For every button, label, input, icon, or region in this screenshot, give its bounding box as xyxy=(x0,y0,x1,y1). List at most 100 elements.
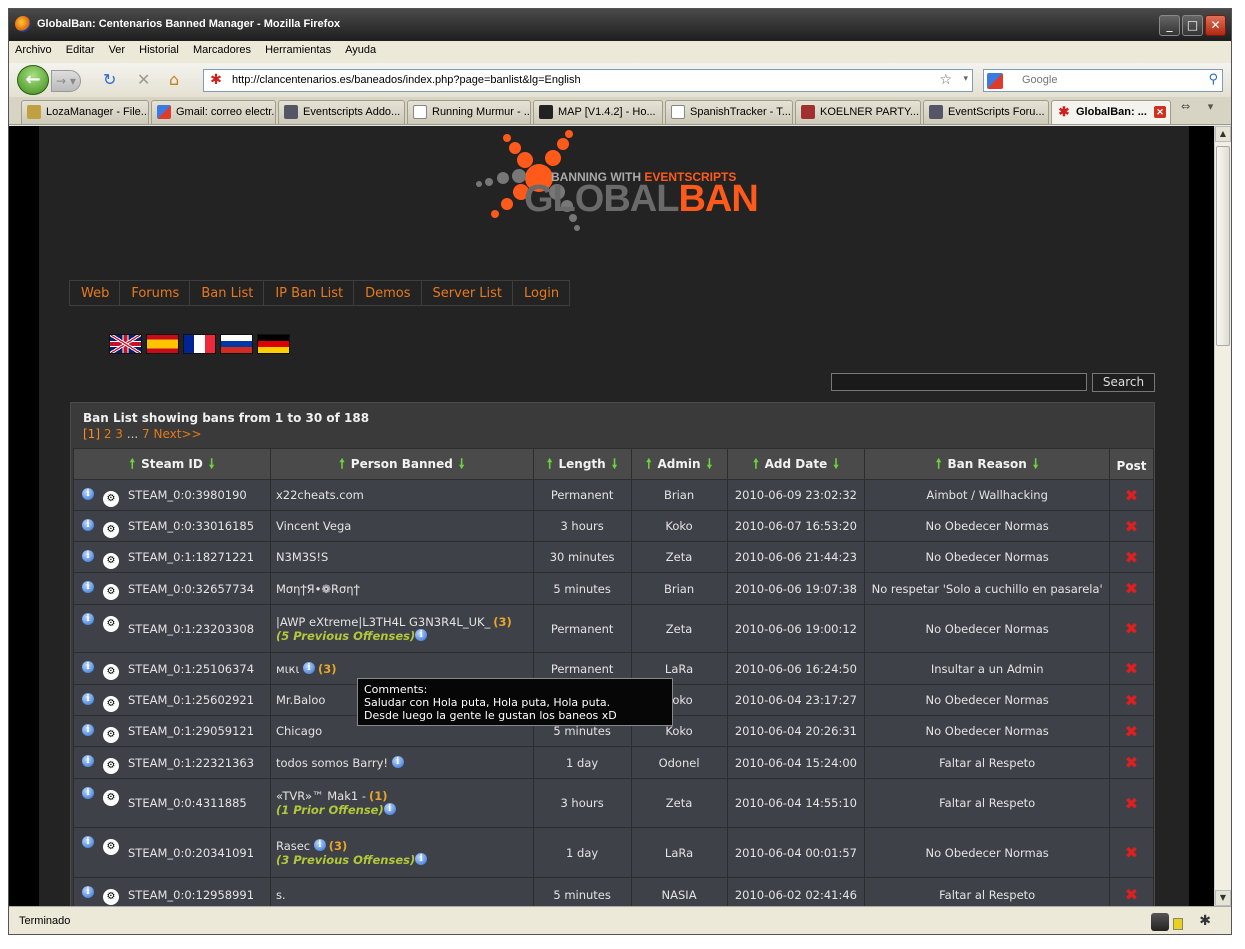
tab-gmail[interactable]: Gmail: correo electr... xyxy=(151,100,276,124)
delete-ban-icon[interactable]: ✖ xyxy=(1125,579,1138,598)
menu-herramientas[interactable]: Herramientas xyxy=(259,41,336,56)
steam-profile-icon[interactable]: ⚙ xyxy=(103,616,119,632)
offense-count[interactable]: (3) xyxy=(318,662,337,676)
tab-koelner-party[interactable]: KOELNER PARTY... xyxy=(795,100,921,124)
offense-count[interactable]: (1) xyxy=(369,789,388,803)
offenses-info-icon[interactable]: i xyxy=(383,803,396,815)
sort-asc-icon[interactable]: 🠕 xyxy=(646,457,652,472)
comment-info-icon[interactable]: i xyxy=(313,838,326,851)
tab-lozamanager[interactable]: LozaManager - File... xyxy=(21,100,149,124)
tab-globalban[interactable]: ✱ GlobalBan: ... ✕ xyxy=(1051,100,1171,124)
previous-offenses[interactable]: (1 Prior Offense) xyxy=(276,803,384,817)
addon-page-icon[interactable] xyxy=(1173,918,1183,930)
details-info-icon[interactable]: i xyxy=(82,886,94,898)
previous-offenses[interactable]: (3 Previous Offenses) xyxy=(276,853,415,867)
page-link-7[interactable]: 7 xyxy=(142,427,150,441)
steam-profile-icon[interactable]: ⚙ xyxy=(103,584,119,600)
url-dropdown-icon[interactable]: ▾ xyxy=(963,74,968,84)
tab-eventscripts-forum[interactable]: EventScripts Foru... xyxy=(923,100,1049,124)
web-search-box[interactable]: Google ⚲ xyxy=(983,69,1223,92)
offense-count[interactable]: (3) xyxy=(329,839,348,853)
menu-editar[interactable]: Editar xyxy=(60,41,100,56)
bookmark-star-icon[interactable]: ☆ xyxy=(939,72,952,88)
previous-offenses[interactable]: (5 Previous Offenses) xyxy=(276,629,415,643)
offenses-info-icon[interactable]: i xyxy=(415,852,428,865)
details-info-icon[interactable]: i xyxy=(82,519,94,531)
sort-desc-icon[interactable]: 🠗 xyxy=(707,457,713,472)
firebug-icon[interactable]: ✱ xyxy=(1199,913,1211,929)
search-button[interactable]: Search xyxy=(1092,373,1155,392)
nav-server-list[interactable]: Server List xyxy=(420,280,513,306)
details-info-icon[interactable]: i xyxy=(82,787,94,799)
offenses-info-icon[interactable]: i xyxy=(415,628,428,641)
steam-profile-icon[interactable]: ⚙ xyxy=(103,839,119,855)
close-tab-icon[interactable]: ✕ xyxy=(1154,106,1166,118)
steam-profile-icon[interactable]: ⚙ xyxy=(103,696,119,712)
delete-ban-icon[interactable]: ✖ xyxy=(1125,659,1138,678)
forward-button[interactable]: → ▾ xyxy=(51,70,81,92)
scroll-down-icon[interactable]: ▼ xyxy=(1215,890,1231,906)
url-bar[interactable]: ✱ http://clancentenarios.es/baneados/ind… xyxy=(203,69,973,92)
menu-historial[interactable]: Historial xyxy=(133,41,184,56)
nav-login[interactable]: Login xyxy=(512,280,571,306)
tab-eventscripts-addons[interactable]: Eventscripts Addo... xyxy=(278,100,405,124)
flag-french-icon[interactable] xyxy=(183,334,216,354)
url-text[interactable]: http://clancentenarios.es/baneados/index… xyxy=(232,74,581,86)
nav-demos[interactable]: Demos xyxy=(353,280,421,306)
delete-ban-icon[interactable]: ✖ xyxy=(1125,885,1138,904)
delete-ban-icon[interactable]: ✖ xyxy=(1125,517,1138,536)
stop-icon[interactable]: ✕ xyxy=(137,71,150,89)
sort-asc-icon[interactable]: 🠕 xyxy=(339,457,345,472)
back-button[interactable]: ← xyxy=(17,65,49,95)
steam-profile-icon[interactable]: ⚙ xyxy=(103,491,119,507)
delete-ban-icon[interactable]: ✖ xyxy=(1125,691,1138,710)
scroll-up-icon[interactable]: ▲ xyxy=(1215,126,1231,142)
details-info-icon[interactable]: i xyxy=(82,613,94,625)
nav-forums[interactable]: Forums xyxy=(119,280,190,306)
sort-desc-icon[interactable]: 🠗 xyxy=(612,457,618,472)
nav-ip-ban-list[interactable]: IP Ban List xyxy=(263,280,354,306)
sort-desc-icon[interactable]: 🠗 xyxy=(209,457,215,472)
offense-count[interactable]: (3) xyxy=(493,615,512,629)
tab-list-icon[interactable]: ⇔ ▾ xyxy=(1181,100,1213,113)
delete-ban-icon[interactable]: ✖ xyxy=(1125,619,1138,638)
ban-search-input[interactable] xyxy=(831,373,1087,391)
details-info-icon[interactable]: i xyxy=(82,661,94,673)
steam-profile-icon[interactable]: ⚙ xyxy=(103,758,119,774)
vertical-scrollbar[interactable]: ▲ ▼ xyxy=(1214,126,1231,906)
delete-ban-icon[interactable]: ✖ xyxy=(1125,722,1138,741)
delete-ban-icon[interactable]: ✖ xyxy=(1125,843,1138,862)
page-link-2[interactable]: 2 xyxy=(104,427,112,441)
close-window-button[interactable]: ✕ xyxy=(1205,15,1226,36)
nav-web[interactable]: Web xyxy=(69,280,120,306)
steam-profile-icon[interactable]: ⚙ xyxy=(103,790,119,806)
flag-german-icon[interactable] xyxy=(257,334,290,354)
tab-running-murmur[interactable]: Running Murmur - ... xyxy=(407,100,531,124)
menu-marcadores[interactable]: Marcadores xyxy=(187,41,256,56)
details-info-icon[interactable]: i xyxy=(82,724,94,736)
sort-asc-icon[interactable]: 🠕 xyxy=(130,457,136,472)
minimize-button[interactable]: _ xyxy=(1159,15,1180,36)
details-info-icon[interactable]: i xyxy=(82,581,94,593)
nav-ban-list[interactable]: Ban List xyxy=(189,280,264,306)
details-info-icon[interactable]: i xyxy=(82,693,94,705)
steam-profile-icon[interactable]: ⚙ xyxy=(103,889,119,905)
details-info-icon[interactable]: i xyxy=(82,836,94,848)
web-search-placeholder[interactable]: Google xyxy=(1022,74,1057,86)
menu-archivo[interactable]: Archivo xyxy=(9,41,57,56)
delete-ban-icon[interactable]: ✖ xyxy=(1125,794,1138,813)
sort-desc-icon[interactable]: 🠗 xyxy=(1033,457,1039,472)
flag-spanish-icon[interactable] xyxy=(146,334,179,354)
scroll-thumb[interactable] xyxy=(1216,146,1230,346)
tab-map[interactable]: MAP [V1.4.2] - Ho... xyxy=(533,100,663,124)
steam-profile-icon[interactable]: ⚙ xyxy=(103,522,119,538)
delete-ban-icon[interactable]: ✖ xyxy=(1125,486,1138,505)
delete-ban-icon[interactable]: ✖ xyxy=(1125,753,1138,772)
tab-spanishtracker[interactable]: SpanishTracker - T... xyxy=(665,100,793,124)
sort-desc-icon[interactable]: 🠗 xyxy=(833,457,839,472)
details-info-icon[interactable]: i xyxy=(82,550,94,562)
reload-icon[interactable]: ↻ xyxy=(103,71,116,89)
menu-ayuda[interactable]: Ayuda xyxy=(339,41,381,56)
details-info-icon[interactable]: i xyxy=(82,755,94,767)
comment-info-icon[interactable]: i xyxy=(303,661,316,674)
